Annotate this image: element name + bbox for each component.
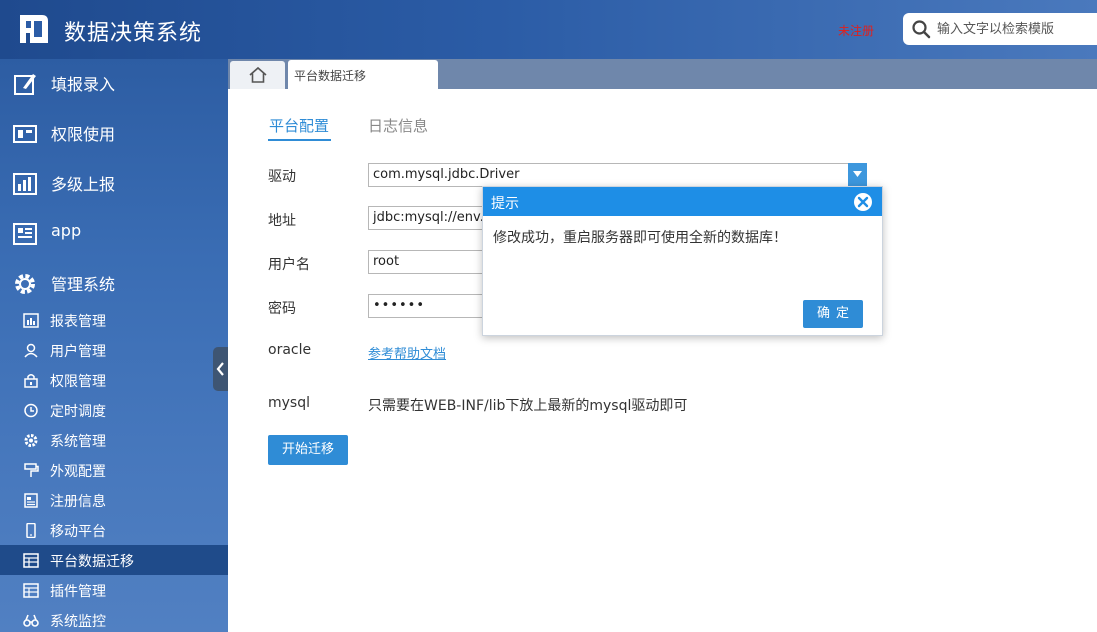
sidebar-item-label: 定时调度: [50, 404, 106, 420]
sidebar-item-label: 注册信息: [50, 494, 106, 510]
table-icon: [23, 553, 39, 568]
sidebar-item-management-system[interactable]: 管理系统: [0, 259, 228, 309]
sidebar-item-label: 外观配置: [50, 464, 106, 480]
app-title: 数据决策系统: [64, 21, 203, 46]
close-icon[interactable]: [853, 192, 873, 212]
sidebar-item-label: 系统管理: [50, 434, 106, 450]
driver-select[interactable]: com.mysql.jdbc.Driver: [368, 163, 849, 187]
sidebar-collapse-handle[interactable]: [213, 347, 228, 391]
sidebar: 填报录入 权限使用 多级上报 app 管理系统 报表管理 用户管理 权限管理 定…: [0, 59, 228, 632]
subtab-log-info[interactable]: 日志信息: [368, 115, 428, 136]
sidebar-item-system-monitor[interactable]: 系统监控: [0, 605, 228, 632]
app-icon: [13, 223, 37, 245]
tab-label: 平台数据迁移: [294, 69, 367, 83]
tab-data-migration[interactable]: 平台数据迁移: [288, 60, 438, 89]
subtab-platform-config[interactable]: 平台配置: [269, 115, 329, 136]
sidebar-item-label: 填报录入: [51, 75, 116, 94]
sidebar-item-label: 系统监控: [50, 614, 106, 630]
sidebar-item-label: 平台数据迁移: [50, 554, 134, 570]
driver-label: 驱动: [268, 169, 296, 185]
dialog-message: 修改成功，重启服务器即可使用全新的数据库！: [493, 230, 787, 246]
sidebar-item-label: 移动平台: [50, 524, 106, 540]
username-input[interactable]: root: [368, 250, 488, 274]
password-input[interactable]: ••••••: [368, 294, 488, 318]
sidebar-item-label: 报表管理: [50, 314, 106, 330]
gear-icon: [24, 434, 38, 447]
brush-icon: [24, 463, 39, 477]
sidebar-item-permission-use[interactable]: 权限使用: [0, 109, 228, 159]
mysql-label: mysql: [268, 395, 310, 411]
driver-dropdown-button[interactable]: [848, 163, 867, 186]
template-search[interactable]: [903, 13, 1097, 45]
chart-icon: [13, 173, 37, 195]
tab-strip: 平台数据迁移: [228, 59, 1097, 89]
chevron-left-icon: [216, 362, 224, 376]
top-header: 数据决策系统 未注册: [0, 0, 1097, 59]
oracle-label: oracle: [268, 342, 312, 358]
chevron-down-icon: [853, 171, 862, 177]
start-migration-button[interactable]: 开始迁移: [268, 435, 348, 465]
sidebar-item-appearance[interactable]: 外观配置: [0, 455, 228, 485]
sidebar-item-fill-entry[interactable]: 填报录入: [0, 59, 228, 109]
sidebar-item-report-management[interactable]: 报表管理: [0, 305, 228, 335]
sidebar-item-app[interactable]: app: [0, 209, 228, 259]
sidebar-item-mobile-platform[interactable]: 移动平台: [0, 515, 228, 545]
sidebar-item-label: 用户管理: [50, 344, 106, 360]
unregistered-link[interactable]: 未注册: [838, 22, 874, 39]
sidebar-item-plugin-management[interactable]: 插件管理: [0, 575, 228, 605]
password-label: 密码: [268, 301, 296, 317]
home-icon: [249, 66, 267, 83]
clock-icon: [24, 403, 38, 418]
sidebar-item-system-management[interactable]: 系统管理: [0, 425, 228, 455]
sidebar-item-multilevel-report[interactable]: 多级上报: [0, 159, 228, 209]
lock-icon: [24, 374, 38, 388]
sidebar-item-label: 管理系统: [51, 275, 116, 294]
help-doc-link[interactable]: 参考帮助文档: [368, 343, 446, 362]
mysql-note: 只需要在WEB-INF/lib下放上最新的mysql驱动即可: [368, 398, 688, 414]
address-input[interactable]: jdbc:mysql://env.fine: [368, 206, 488, 230]
prompt-dialog: 提示 修改成功，重启服务器即可使用全新的数据库！ 确定: [482, 186, 883, 336]
phone-icon: [26, 523, 36, 538]
sidebar-item-permission-management[interactable]: 权限管理: [0, 365, 228, 395]
search-icon[interactable]: [911, 19, 931, 39]
table-icon: [23, 583, 39, 598]
permission-icon: [13, 125, 37, 143]
sidebar-item-label: 权限使用: [51, 125, 116, 144]
subtab-active-indicator: [268, 139, 331, 141]
binoculars-icon: [23, 614, 39, 627]
sidebar-item-scheduling[interactable]: 定时调度: [0, 395, 228, 425]
edit-icon: [14, 74, 36, 95]
username-label: 用户名: [268, 257, 310, 273]
sidebar-item-label: app: [51, 221, 82, 240]
user-icon: [24, 343, 38, 358]
sidebar-item-label: 插件管理: [50, 584, 106, 600]
gear-icon: [15, 274, 35, 294]
logo-icon: [20, 15, 48, 43]
report-icon: [23, 313, 39, 328]
dialog-ok-button[interactable]: 确定: [803, 300, 863, 328]
search-input[interactable]: [937, 18, 1093, 40]
sidebar-item-user-management[interactable]: 用户管理: [0, 335, 228, 365]
main-content: 平台配置 日志信息 驱动 com.mysql.jdbc.Driver 地址 jd…: [228, 89, 1097, 632]
address-label: 地址: [268, 213, 296, 229]
document-icon: [24, 493, 38, 508]
sidebar-item-label: 多级上报: [51, 175, 116, 194]
sidebar-item-data-migration[interactable]: 平台数据迁移: [0, 545, 228, 575]
tab-home[interactable]: [230, 61, 285, 89]
dialog-title: 提示: [491, 196, 519, 212]
sidebar-item-label: 权限管理: [50, 374, 106, 390]
sidebar-item-registration-info[interactable]: 注册信息: [0, 485, 228, 515]
dialog-header: 提示: [483, 187, 882, 216]
